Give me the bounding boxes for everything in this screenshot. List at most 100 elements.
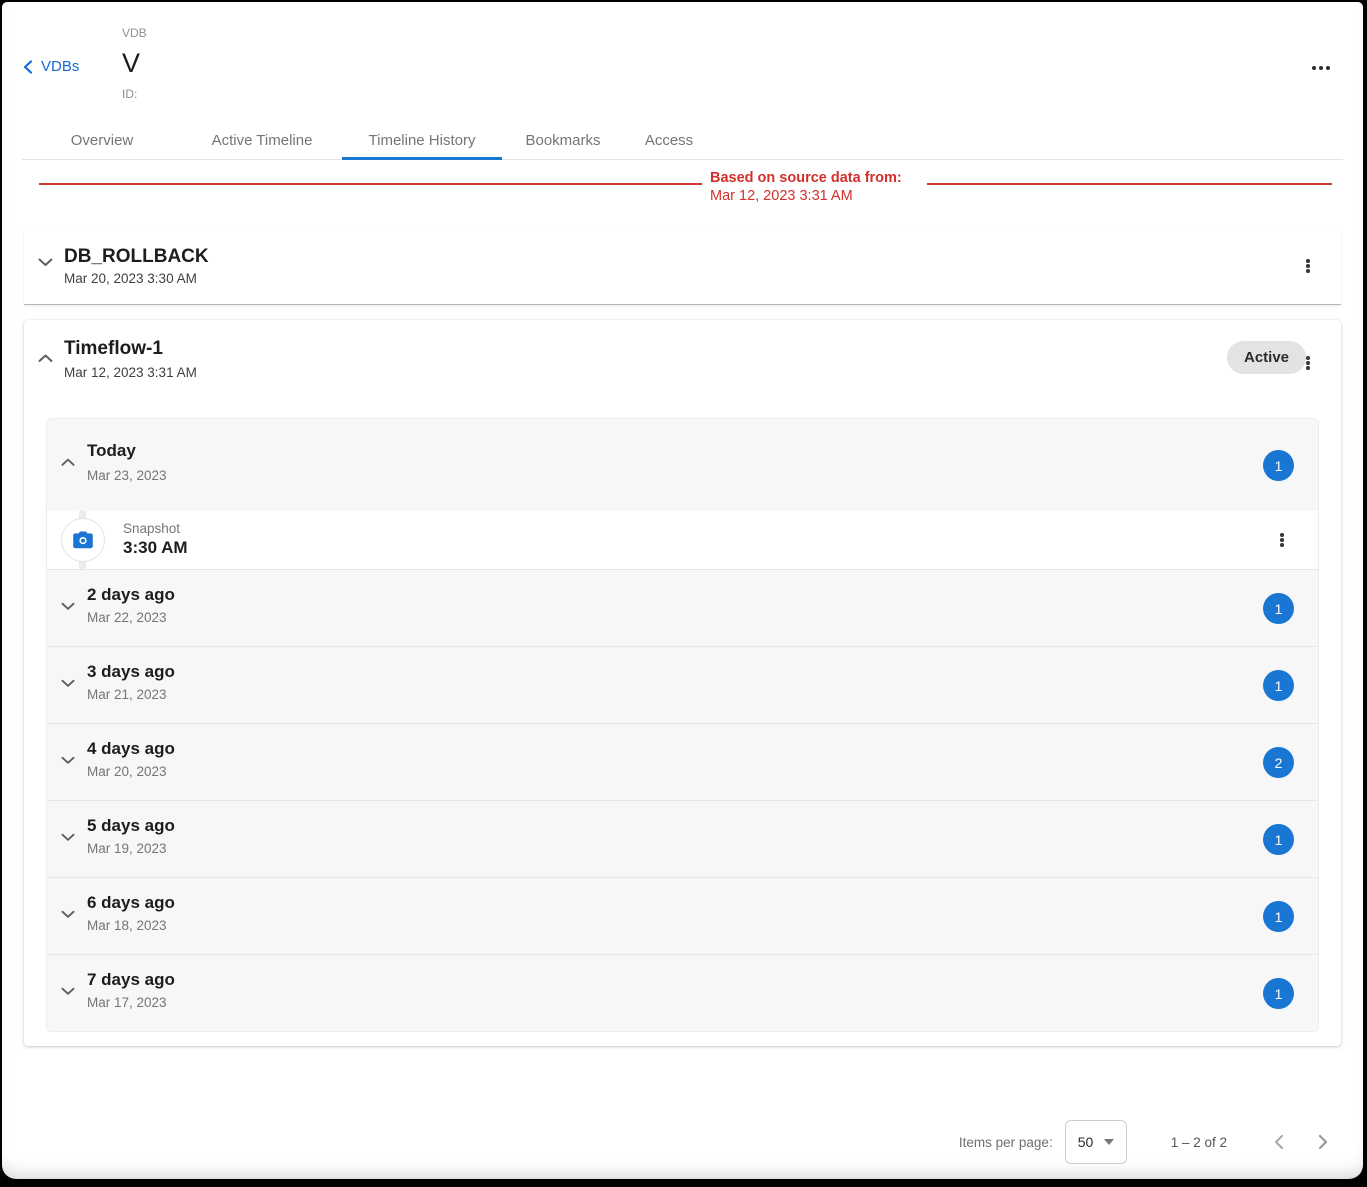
day-group-date: Mar 20, 2023 xyxy=(87,764,167,779)
caret-down-icon xyxy=(1104,1139,1114,1145)
day-group-3-days-ago: 3 days ago Mar 21, 2023 1 xyxy=(47,647,1318,724)
expand-group-button[interactable] xyxy=(55,827,81,848)
items-per-page-value: 50 xyxy=(1078,1134,1094,1150)
expand-group-button[interactable] xyxy=(55,673,81,694)
tab-access[interactable]: Access xyxy=(624,120,714,160)
expand-group-button[interactable] xyxy=(55,904,81,925)
day-group-date: Mar 22, 2023 xyxy=(87,610,167,625)
day-group-header[interactable]: 4 days ago Mar 20, 2023 2 xyxy=(47,724,1318,800)
day-group-title: 4 days ago xyxy=(87,739,175,759)
timeflow-section-timeflow-1: Timeflow-1 Mar 12, 2023 3:31 AM Active T… xyxy=(24,320,1341,1046)
chevron-left-icon xyxy=(1273,1134,1284,1150)
day-group-7-days-ago: 7 days ago Mar 17, 2023 1 xyxy=(47,955,1318,1031)
timeflow-1-header: Timeflow-1 Mar 12, 2023 3:31 AM Active xyxy=(24,320,1341,418)
snapshot-count-badge: 1 xyxy=(1263,593,1294,624)
timeflow-date: Mar 20, 2023 3:30 AM xyxy=(64,271,197,286)
chevron-down-icon xyxy=(61,679,75,688)
page-title: V xyxy=(122,48,140,79)
kebab-vertical-icon xyxy=(1306,258,1310,274)
snapshot-menu-button[interactable] xyxy=(1274,526,1290,554)
snapshot-type-label: Snapshot xyxy=(123,521,180,536)
back-to-vdbs-link[interactable]: VDBs xyxy=(22,58,79,75)
snapshot-count-badge: 1 xyxy=(1263,450,1294,481)
day-group-date: Mar 21, 2023 xyxy=(87,687,167,702)
chevron-down-icon xyxy=(61,833,75,842)
snapshot-row[interactable]: Snapshot 3:30 AM xyxy=(47,511,1318,569)
chevron-right-icon xyxy=(1318,1134,1329,1150)
expand-group-button[interactable] xyxy=(55,750,81,771)
pagination-range-label: 1 – 2 of 2 xyxy=(1171,1135,1227,1150)
timeflow-1-menu-button[interactable] xyxy=(1300,349,1316,377)
snapshot-icon-circle xyxy=(61,518,105,562)
expand-group-button[interactable] xyxy=(55,596,81,617)
timeflow-section-db-rollback: DB_ROLLBACK Mar 20, 2023 3:30 AM xyxy=(24,230,1341,305)
tab-bar: Overview Active Timeline Timeline Histor… xyxy=(2,120,1363,160)
chevron-up-icon xyxy=(61,458,75,467)
next-page-button[interactable] xyxy=(1310,1126,1337,1158)
day-group-4-days-ago: 4 days ago Mar 20, 2023 2 xyxy=(47,724,1318,801)
snapshot-time: 3:30 AM xyxy=(123,538,188,558)
day-group-date: Mar 23, 2023 xyxy=(87,468,167,483)
snapshot-count-badge: 1 xyxy=(1263,901,1294,932)
active-status-badge: Active xyxy=(1227,341,1306,374)
day-group-title: 5 days ago xyxy=(87,816,175,836)
day-group-date: Mar 19, 2023 xyxy=(87,841,167,856)
day-group-2-days-ago: 2 days ago Mar 22, 2023 1 xyxy=(47,570,1318,647)
banner-title: Based on source data from: xyxy=(710,169,902,187)
snapshot-count-badge: 1 xyxy=(1263,824,1294,855)
day-group-header[interactable]: 2 days ago Mar 22, 2023 1 xyxy=(47,570,1318,646)
pagination-bar: Items per page: 50 1 – 2 of 2 xyxy=(959,1120,1337,1164)
day-group-header[interactable]: 3 days ago Mar 21, 2023 1 xyxy=(47,647,1318,723)
db-rollback-menu-button[interactable] xyxy=(1300,252,1316,280)
entity-type-label: VDB xyxy=(122,26,147,40)
day-group-date: Mar 17, 2023 xyxy=(87,995,167,1010)
chevron-up-icon xyxy=(38,354,53,363)
day-group-6-days-ago: 6 days ago Mar 18, 2023 1 xyxy=(47,878,1318,955)
chevron-down-icon xyxy=(61,756,75,765)
entity-id-label: ID: xyxy=(122,87,137,101)
day-group-title: 7 days ago xyxy=(87,970,175,990)
items-per-page-select[interactable]: 50 xyxy=(1065,1120,1127,1164)
chevron-down-icon xyxy=(38,258,53,267)
day-group-title: 3 days ago xyxy=(87,662,175,682)
day-group-header[interactable]: Today Mar 23, 2023 1 xyxy=(47,419,1318,511)
day-group-title: Today xyxy=(87,441,136,461)
snapshot-count-badge: 1 xyxy=(1263,670,1294,701)
chevron-down-icon xyxy=(61,987,75,996)
items-per-page-label: Items per page: xyxy=(959,1135,1053,1150)
day-group-title: 2 days ago xyxy=(87,585,175,605)
day-group-today: Today Mar 23, 2023 1 xyxy=(47,419,1318,570)
timeflow-name: DB_ROLLBACK xyxy=(64,246,209,268)
day-group-header[interactable]: 5 days ago Mar 19, 2023 1 xyxy=(47,801,1318,877)
back-link-label: VDBs xyxy=(41,58,79,75)
tab-overview[interactable]: Overview xyxy=(22,120,182,160)
collapse-timeflow-1-button[interactable] xyxy=(32,348,59,369)
banner-divider-left xyxy=(39,183,702,185)
chevron-left-icon xyxy=(22,60,34,74)
previous-page-button[interactable] xyxy=(1265,1126,1292,1158)
expand-group-button[interactable] xyxy=(55,981,81,1002)
camera-icon xyxy=(71,528,95,552)
timeflow-date: Mar 12, 2023 3:31 AM xyxy=(64,365,197,380)
kebab-vertical-icon xyxy=(1280,532,1284,548)
tab-active-timeline[interactable]: Active Timeline xyxy=(182,120,342,160)
banner-divider-right xyxy=(927,183,1332,185)
banner-date: Mar 12, 2023 3:31 AM xyxy=(710,188,853,204)
day-group-header[interactable]: 7 days ago Mar 17, 2023 1 xyxy=(47,955,1318,1031)
snapshot-count-badge: 2 xyxy=(1263,747,1294,778)
chevron-down-icon xyxy=(61,602,75,611)
tab-bookmarks[interactable]: Bookmarks xyxy=(502,120,624,160)
snapshot-count-badge: 1 xyxy=(1263,978,1294,1009)
app-window: VDBs VDB V ID: Overview Active Timeline … xyxy=(2,2,1363,1179)
day-group-header[interactable]: 6 days ago Mar 18, 2023 1 xyxy=(47,878,1318,954)
timeflow-name: Timeflow-1 xyxy=(64,338,163,360)
tab-timeline-history[interactable]: Timeline History xyxy=(342,120,502,160)
ellipsis-horizontal-icon xyxy=(1312,66,1330,70)
chevron-down-icon xyxy=(61,910,75,919)
collapse-group-button[interactable] xyxy=(55,452,81,473)
kebab-vertical-icon xyxy=(1306,355,1310,371)
page-header: VDBs VDB V ID: xyxy=(2,2,1363,120)
more-options-button[interactable] xyxy=(1308,60,1334,76)
expand-db-rollback-button[interactable] xyxy=(32,252,59,273)
day-group-date: Mar 18, 2023 xyxy=(87,918,167,933)
